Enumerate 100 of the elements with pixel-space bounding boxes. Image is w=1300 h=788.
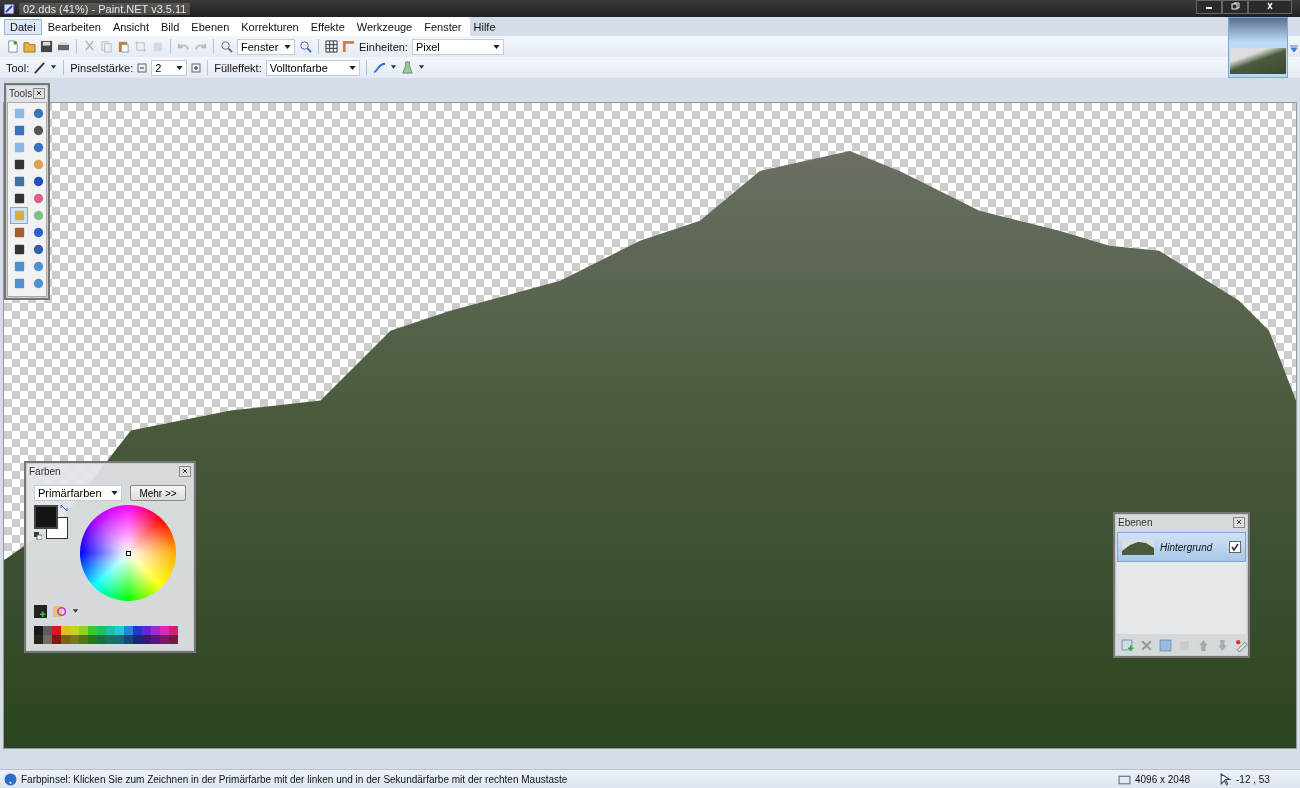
menu-item[interactable]: Ebenen: [185, 18, 236, 35]
add-layer-icon[interactable]: [1121, 639, 1134, 652]
maximize-icon: [1230, 1, 1240, 10]
save-icon[interactable]: [40, 40, 53, 53]
grid-icon[interactable]: [325, 40, 338, 53]
palette-color[interactable]: [88, 635, 97, 644]
zoom-in-icon[interactable]: [299, 40, 312, 53]
layer-visibility-checkbox[interactable]: [1229, 541, 1241, 553]
close-icon: [1265, 1, 1275, 10]
palette-color[interactable]: [43, 635, 52, 644]
close-icon: [1236, 519, 1242, 525]
minimize-button[interactable]: [1196, 0, 1222, 14]
menu-item[interactable]: Fenster: [418, 18, 468, 35]
palette-color[interactable]: [124, 626, 133, 635]
color-mode-dropdown[interactable]: Primärfarben: [34, 485, 122, 501]
palette-color[interactable]: [160, 635, 169, 644]
menu-item[interactable]: Hilfe: [467, 18, 502, 35]
color-cursor[interactable]: [126, 551, 131, 556]
increase-icon[interactable]: [191, 62, 202, 73]
caret-icon[interactable]: [50, 65, 58, 70]
primary-color-swatch[interactable]: [34, 505, 58, 529]
palette-color[interactable]: [151, 626, 160, 635]
palette-color[interactable]: [142, 626, 151, 635]
palette-color[interactable]: [124, 635, 133, 644]
menu-item[interactable]: Bearbeiten: [41, 18, 107, 35]
decrease-icon[interactable]: [137, 62, 148, 73]
palette-color[interactable]: [115, 626, 124, 635]
palette-color[interactable]: [34, 635, 43, 644]
palette-color[interactable]: [79, 626, 88, 635]
cursor-position: -12 , 53: [1236, 773, 1271, 785]
palette-color[interactable]: [169, 626, 178, 635]
caret-icon: [176, 65, 184, 70]
palette-color[interactable]: [52, 635, 61, 644]
menu-item[interactable]: Effekte: [304, 18, 351, 35]
close-button[interactable]: [33, 87, 45, 99]
palette-color[interactable]: [133, 626, 142, 635]
image-tab-thumbnail[interactable]: [1228, 17, 1288, 78]
palette-color[interactable]: [43, 626, 52, 635]
copy-icon[interactable]: [100, 40, 113, 53]
close-icon: [36, 90, 42, 96]
palette-color[interactable]: [61, 626, 70, 635]
zoom-out-icon[interactable]: [220, 40, 233, 53]
close-button[interactable]: [1233, 516, 1245, 528]
menu-item[interactable]: Ansicht: [106, 18, 155, 35]
units-dropdown[interactable]: Pixel: [411, 38, 504, 55]
palette-color[interactable]: [97, 635, 106, 644]
scroll-tabs-icon[interactable]: [1290, 45, 1298, 53]
print-icon[interactable]: [57, 40, 70, 53]
paste-icon[interactable]: [117, 40, 130, 53]
reset-colors-icon[interactable]: [34, 532, 42, 540]
palette-color[interactable]: [79, 635, 88, 644]
cut-icon[interactable]: [83, 40, 96, 53]
delete-icon[interactable]: [1140, 639, 1153, 652]
units-label: Einheiten:: [359, 40, 408, 53]
menu-item[interactable]: Datei: [4, 18, 42, 35]
layer-row[interactable]: Hintergrund: [1117, 532, 1246, 562]
add-color-icon[interactable]: [34, 605, 47, 618]
palette-color[interactable]: [61, 635, 70, 644]
fill-dropdown[interactable]: Volltonfarbe: [265, 59, 360, 76]
palette-color[interactable]: [106, 635, 115, 644]
palette-color[interactable]: [106, 626, 115, 635]
ruler-icon[interactable]: [342, 40, 355, 53]
palette-color[interactable]: [115, 635, 124, 644]
palette-color[interactable]: [169, 635, 178, 644]
menu-item[interactable]: Korrekturen: [235, 18, 305, 35]
palette-color[interactable]: [70, 626, 79, 635]
swap-colors-icon[interactable]: [60, 504, 68, 512]
caret-icon: [284, 44, 291, 49]
palette-color[interactable]: [34, 626, 43, 635]
palette-color[interactable]: [52, 626, 61, 635]
caret-icon[interactable]: [72, 609, 79, 614]
up-arrow-icon[interactable]: [1197, 639, 1210, 652]
zoom-dropdown[interactable]: Fenster: [237, 38, 295, 55]
palette-color[interactable]: [142, 635, 151, 644]
menu-item[interactable]: Werkzeuge: [350, 18, 419, 35]
brush-width-dropdown[interactable]: 2: [151, 59, 188, 76]
menu-item[interactable]: Bild: [155, 18, 186, 35]
palette-icon[interactable]: [53, 605, 66, 618]
palette-color[interactable]: [97, 626, 106, 635]
palette-color[interactable]: [70, 635, 79, 644]
caret-icon[interactable]: [417, 65, 425, 70]
antialias-curve-icon[interactable]: [372, 61, 386, 74]
maximize-button[interactable]: [1222, 0, 1248, 14]
duplicate-layer-icon[interactable]: [1159, 639, 1172, 652]
window-title: 02.dds (41%) - Paint.NET v3.5.11: [19, 2, 191, 15]
tool-label: Tool:: [6, 61, 30, 74]
open-folder-icon[interactable]: [23, 40, 36, 53]
properties-icon[interactable]: [1235, 639, 1248, 652]
close-button[interactable]: [179, 465, 191, 477]
layer-thumbnail: [1122, 539, 1154, 555]
palette-color[interactable]: [133, 635, 142, 644]
palette-color[interactable]: [160, 626, 169, 635]
palette-color[interactable]: [88, 626, 97, 635]
more-button[interactable]: Mehr >>: [130, 485, 186, 501]
down-arrow-icon[interactable]: [1216, 639, 1229, 652]
close-button[interactable]: [1248, 0, 1292, 14]
crop-icon[interactable]: [134, 40, 147, 53]
caret-icon[interactable]: [389, 65, 397, 70]
new-document-icon[interactable]: [6, 40, 19, 53]
palette-color[interactable]: [151, 635, 160, 644]
